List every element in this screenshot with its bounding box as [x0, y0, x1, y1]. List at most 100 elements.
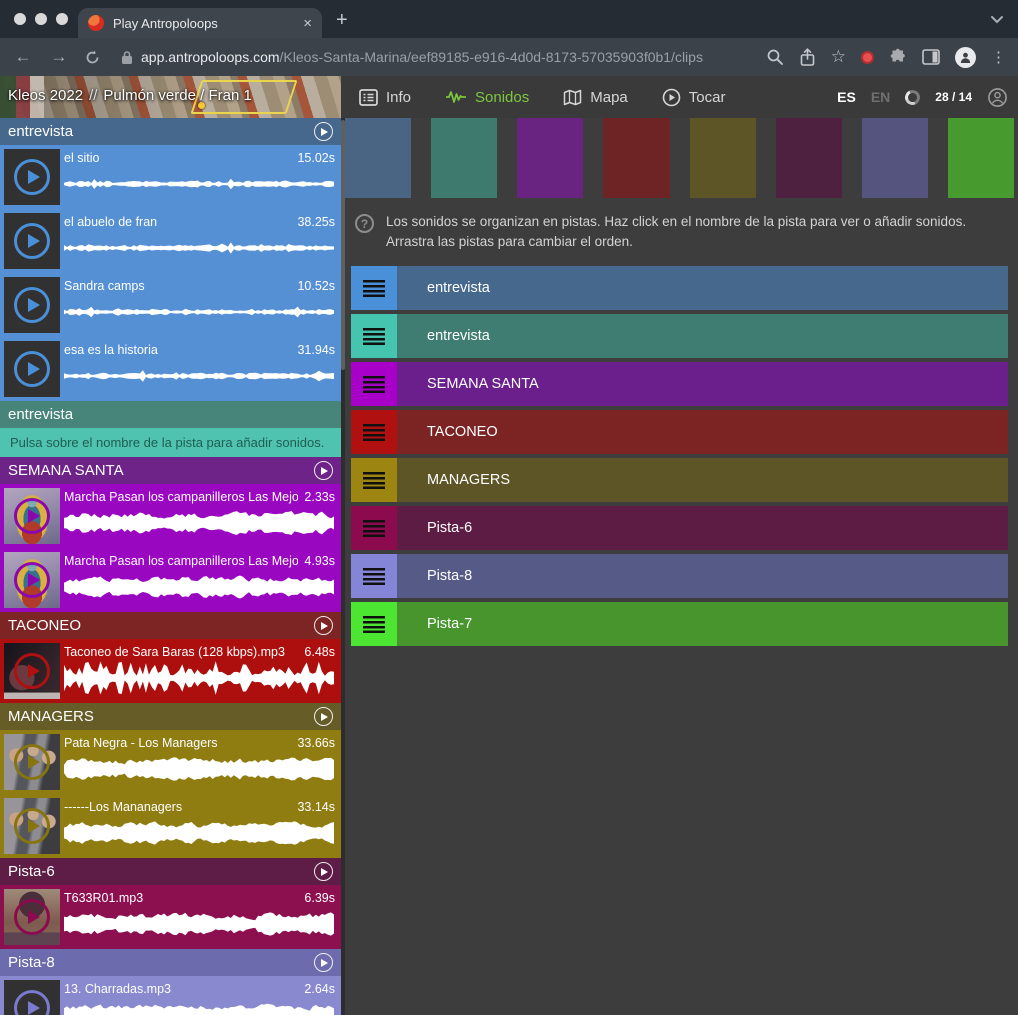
clip-play-button[interactable]: [14, 562, 50, 598]
drag-handle[interactable]: [351, 602, 397, 646]
track-header[interactable]: MANAGERS: [0, 703, 341, 730]
side-panel-icon[interactable]: [922, 49, 940, 65]
drag-handle[interactable]: [351, 554, 397, 598]
track-header[interactable]: entrevista: [0, 401, 341, 428]
clip-waveform[interactable]: [64, 358, 335, 394]
tab-tocar[interactable]: Tocar: [662, 88, 726, 107]
clip-play-button[interactable]: [14, 159, 50, 195]
tab-close-icon[interactable]: ×: [303, 16, 312, 31]
clip-play-button[interactable]: [14, 899, 50, 935]
clip-item[interactable]: 13. Charradas.mp3 2.64s: [0, 976, 341, 1015]
clip-waveform[interactable]: [64, 997, 335, 1015]
track-play-button[interactable]: [314, 122, 333, 141]
clip-waveform[interactable]: [64, 294, 335, 330]
track-row[interactable]: entrevista: [351, 314, 1008, 358]
clip-item[interactable]: esa es la historia 31.94s: [0, 337, 341, 401]
drag-handle[interactable]: [351, 362, 397, 406]
clip-item[interactable]: T633R01.mp3 6.39s: [0, 885, 341, 949]
track-row-label[interactable]: Pista-6: [397, 506, 1008, 550]
close-window-button[interactable]: [14, 13, 26, 25]
track-header[interactable]: Pista-6: [0, 858, 341, 885]
clip-play-button[interactable]: [14, 990, 50, 1015]
clip-item[interactable]: Pata Negra - Los Managers 33.66s: [0, 730, 341, 794]
clip-item[interactable]: Sandra camps 10.52s: [0, 273, 341, 337]
track-row[interactable]: Pista-6: [351, 506, 1008, 550]
track-row-label[interactable]: Pista-7: [397, 602, 1008, 646]
track-row[interactable]: Pista-8: [351, 554, 1008, 598]
clip-waveform[interactable]: [64, 751, 335, 787]
clip-item[interactable]: el abuelo de fran 38.25s: [0, 209, 341, 273]
clip-play-button[interactable]: [14, 744, 50, 780]
reload-icon[interactable]: [84, 49, 101, 66]
clip-waveform[interactable]: [64, 230, 335, 266]
zoom-search-icon[interactable]: [766, 48, 784, 66]
track-row[interactable]: TACONEO: [351, 410, 1008, 454]
track-play-button[interactable]: [314, 707, 333, 726]
clip-item[interactable]: ------Los Mananagers 33.14s: [0, 794, 341, 858]
share-icon[interactable]: [799, 48, 816, 67]
track-row[interactable]: SEMANA SANTA: [351, 362, 1008, 406]
clip-waveform[interactable]: [64, 815, 335, 851]
clip-item[interactable]: Marcha Pasan los campanilleros Las Mejor…: [0, 484, 341, 548]
record-extension-icon[interactable]: [861, 51, 874, 64]
track-header[interactable]: TACONEO: [0, 612, 341, 639]
track-row-label[interactable]: Pista-8: [397, 554, 1008, 598]
drag-handle[interactable]: [351, 506, 397, 550]
track-play-button[interactable]: [314, 862, 333, 881]
browser-menu-icon[interactable]: ⋮: [991, 48, 1006, 66]
track-header[interactable]: SEMANA SANTA: [0, 457, 341, 484]
clip-waveform[interactable]: [64, 505, 335, 541]
clip-play-button[interactable]: [14, 223, 50, 259]
clip-item[interactable]: Marcha Pasan los campanilleros Las Mejor…: [0, 548, 341, 612]
track-row[interactable]: MANAGERS: [351, 458, 1008, 502]
drag-handle[interactable]: [351, 314, 397, 358]
drag-handle[interactable]: [351, 266, 397, 310]
language-es-button[interactable]: ES: [837, 89, 856, 105]
clip-item[interactable]: Taconeo de Sara Baras (128 kbps).mp3 6.4…: [0, 639, 341, 703]
clip-play-button[interactable]: [14, 653, 50, 689]
clip-play-button[interactable]: [14, 287, 50, 323]
track-row[interactable]: Pista-7: [351, 602, 1008, 646]
clip-waveform[interactable]: [64, 569, 335, 605]
browser-profile-avatar[interactable]: [955, 47, 976, 68]
track-play-button[interactable]: [314, 953, 333, 972]
macos-window-controls[interactable]: [14, 13, 68, 25]
track-play-button[interactable]: [314, 461, 333, 480]
clip-waveform[interactable]: [64, 906, 335, 942]
tab-info[interactable]: Info: [359, 89, 411, 106]
track-row-label[interactable]: SEMANA SANTA: [397, 362, 1008, 406]
clip-play-button[interactable]: [14, 808, 50, 844]
track-play-button[interactable]: [314, 616, 333, 635]
new-tab-button[interactable]: +: [336, 9, 348, 32]
track-row-label[interactable]: MANAGERS: [397, 458, 1008, 502]
zoom-window-button[interactable]: [56, 13, 68, 25]
bookmark-star-icon[interactable]: ☆: [831, 47, 846, 67]
minimize-window-button[interactable]: [35, 13, 47, 25]
language-en-button[interactable]: EN: [871, 89, 890, 105]
track-row[interactable]: entrevista: [351, 266, 1008, 310]
extensions-puzzle-icon[interactable]: [889, 48, 907, 66]
drag-handle[interactable]: [351, 410, 397, 454]
track-header[interactable]: entrevista: [0, 118, 341, 145]
scrollbar-thumb[interactable]: [341, 120, 345, 370]
clip-play-button[interactable]: [14, 498, 50, 534]
track-row-label[interactable]: entrevista: [397, 266, 1008, 310]
track-row-label[interactable]: TACONEO: [397, 410, 1008, 454]
back-icon[interactable]: ←: [12, 47, 34, 67]
address-input[interactable]: app.antropoloops.com/Kleos-Santa-Marina/…: [121, 49, 752, 65]
browser-tab[interactable]: Play Antropoloops ×: [78, 8, 322, 38]
clip-item[interactable]: el sitio 15.02s: [0, 145, 341, 209]
clip-waveform[interactable]: [64, 166, 335, 202]
project-header-image[interactable]: Kleos 2022//Pulmón verde / Fran 1: [0, 76, 341, 118]
track-header[interactable]: Pista-8: [0, 949, 341, 976]
tab-mapa[interactable]: Mapa: [563, 89, 628, 106]
account-icon[interactable]: [987, 87, 1008, 108]
clip-waveform[interactable]: [64, 660, 335, 696]
track-row-label[interactable]: entrevista: [397, 314, 1008, 358]
tab-search-chevron-icon[interactable]: [990, 14, 1004, 24]
sidebar-scrollbar[interactable]: [341, 118, 345, 1015]
forward-icon[interactable]: →: [48, 47, 70, 67]
drag-handle[interactable]: [351, 458, 397, 502]
tab-sonidos[interactable]: Sonidos: [445, 89, 529, 106]
clip-play-button[interactable]: [14, 351, 50, 387]
